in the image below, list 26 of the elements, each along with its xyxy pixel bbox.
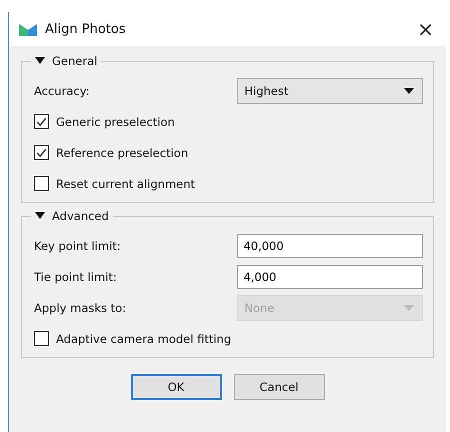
field-label: Apply masks to: bbox=[34, 300, 128, 314]
group-title: Advanced bbox=[52, 209, 109, 223]
checkbox[interactable] bbox=[34, 176, 49, 191]
field-label: Key point limit: bbox=[34, 238, 122, 252]
collapse-triangle-icon[interactable] bbox=[35, 212, 45, 220]
checkbox-label: Generic preselection bbox=[56, 114, 175, 128]
checkbox[interactable] bbox=[34, 114, 49, 129]
dropdown-arrow-icon bbox=[404, 88, 414, 94]
checkbox[interactable] bbox=[34, 145, 49, 160]
dialog-button[interactable]: Cancel bbox=[234, 374, 324, 400]
field-label: Accuracy: bbox=[34, 84, 91, 98]
dialog-button[interactable]: OK bbox=[130, 374, 222, 400]
collapse-triangle-icon[interactable] bbox=[35, 57, 45, 65]
field-label: Tie point limit: bbox=[34, 270, 118, 284]
app-logo-icon bbox=[19, 22, 37, 36]
checkbox-label: Reference preselection bbox=[56, 146, 188, 160]
checkbox-label: Adaptive camera model fitting bbox=[56, 332, 232, 346]
input-field[interactable]: 40,000 bbox=[237, 234, 423, 258]
group-title: General bbox=[52, 54, 98, 68]
window-title: Align Photos bbox=[45, 22, 127, 36]
input-field[interactable]: 4,000 bbox=[237, 264, 423, 288]
close-button[interactable]: × bbox=[411, 17, 440, 41]
dropdown-arrow-icon bbox=[404, 304, 414, 310]
dropdown[interactable]: Highest bbox=[237, 78, 423, 104]
checkbox[interactable] bbox=[34, 331, 49, 346]
checkbox-label: Reset current alignment bbox=[56, 176, 196, 190]
